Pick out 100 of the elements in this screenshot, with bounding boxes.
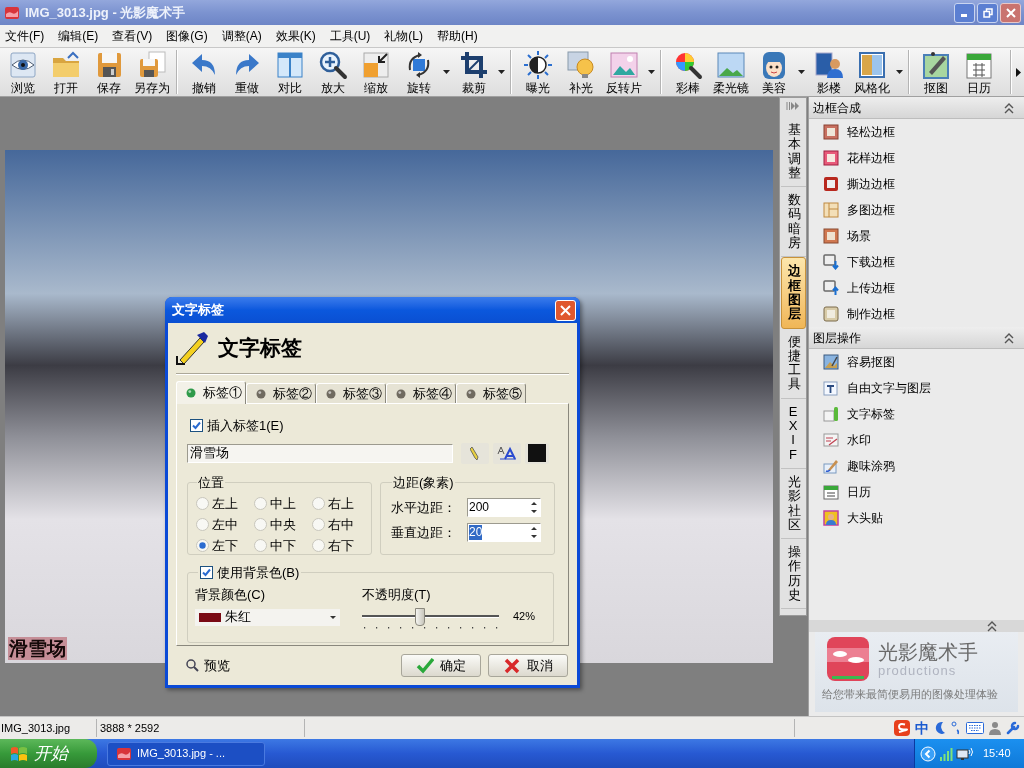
panel-list-item[interactable]: 多图边框	[809, 197, 1024, 223]
logo-icon[interactable]	[894, 720, 910, 736]
tab[interactable]: 标签⑤	[456, 383, 526, 403]
checkbox[interactable]	[200, 565, 213, 579]
panel-list-item[interactable]: 水印	[809, 427, 1024, 453]
radio-button[interactable]	[312, 539, 325, 552]
font-button[interactable]	[493, 442, 521, 464]
opacity-slider-track[interactable]	[362, 606, 499, 627]
panel-list-item[interactable]: 场景	[809, 223, 1024, 249]
preview-button[interactable]: 预览	[186, 655, 230, 676]
panel-list-item[interactable]: 花样边框	[809, 145, 1024, 171]
panel-list-item[interactable]: 上传边框	[809, 275, 1024, 301]
dropdown-caret-icon[interactable]	[497, 70, 505, 74]
more-arrow-icon[interactable]	[1016, 67, 1021, 77]
checkbox[interactable]	[190, 419, 203, 433]
toolbar-button[interactable]: 反转片	[602, 48, 645, 96]
minimize-button[interactable]	[954, 2, 975, 23]
side-tab[interactable]: 便捷工具	[780, 328, 806, 399]
wrench-icon[interactable]	[1006, 721, 1020, 735]
chevron-left-icon[interactable]	[920, 745, 936, 762]
text-color-button[interactable]	[525, 442, 549, 464]
network-icon[interactable]	[956, 746, 974, 761]
tab[interactable]: 标签③	[316, 383, 386, 403]
cancel-button[interactable]: 取消	[488, 654, 568, 677]
color-dropdown[interactable]: 朱红	[195, 608, 340, 626]
toolbar-button[interactable]: 放大	[311, 48, 354, 96]
panel-list-item[interactable]: 撕边边框	[809, 171, 1024, 197]
side-tab[interactable]: 光影社区	[780, 468, 806, 540]
text-field[interactable]: 滑雪场	[187, 443, 453, 463]
toolbar-button[interactable]: 补光	[559, 48, 602, 96]
dropdown-caret-icon[interactable]	[647, 70, 655, 74]
menu-item[interactable]: 帮助(H)	[433, 26, 482, 46]
spin-arrows-icon[interactable]	[529, 524, 539, 540]
dropdown-caret-icon[interactable]	[442, 70, 450, 74]
toolbar-button[interactable]: 柔光镜	[709, 48, 752, 96]
radio-button[interactable]	[254, 518, 267, 531]
menu-item[interactable]: 效果(K)	[271, 26, 320, 46]
side-tab[interactable]: 基本调整	[780, 117, 806, 188]
dropdown-caret-icon[interactable]	[330, 615, 336, 619]
toolbar-button[interactable]: 风格化	[850, 48, 893, 96]
radio-button[interactable]	[196, 539, 209, 552]
panel-list-item[interactable]: 大头贴	[809, 505, 1024, 531]
close-button[interactable]	[1000, 2, 1021, 23]
panel-list-item[interactable]: 文字标签	[809, 401, 1024, 427]
side-tab[interactable]: 边框图层	[780, 257, 806, 329]
toolbar-button[interactable]: 彩棒	[666, 48, 709, 96]
menu-item[interactable]: 查看(V)	[108, 26, 157, 46]
panel-list-item[interactable]: 轻松边框	[809, 119, 1024, 145]
dropdown-caret-icon[interactable]	[895, 70, 903, 74]
moon-icon[interactable]	[934, 721, 946, 735]
toolbar-button[interactable]: 另存为	[130, 48, 173, 96]
radio-button[interactable]	[254, 497, 267, 510]
collapse-icon[interactable]	[986, 620, 998, 632]
menu-item[interactable]: 调整(A)	[217, 26, 266, 46]
toolbar-button[interactable]: 曝光	[516, 48, 559, 96]
start-button[interactable]: 开始	[0, 739, 97, 768]
toolbar-button[interactable]: 对比	[268, 48, 311, 96]
menu-item[interactable]: 文件(F)	[1, 26, 49, 46]
punctuation-icon[interactable]	[951, 721, 961, 735]
restore-button[interactable]	[977, 2, 998, 23]
taskbar-button[interactable]: IMG_3013.jpg - ...	[107, 741, 265, 766]
panel-list-item[interactable]: 日历	[809, 479, 1024, 505]
menu-item[interactable]: 图像(G)	[162, 26, 212, 46]
toolbar-button[interactable]: 撤销	[182, 48, 225, 96]
text-style-button[interactable]	[461, 442, 489, 464]
toolbar-button[interactable]: 重做	[225, 48, 268, 96]
keyboard-icon[interactable]	[966, 722, 984, 734]
menu-item[interactable]: 礼物(L)	[380, 26, 427, 46]
collapse-icon[interactable]	[1003, 101, 1015, 114]
toolbar-button[interactable]: 裁剪	[452, 48, 495, 96]
toolbar-button[interactable]: 保存	[87, 48, 130, 96]
toolbar-button[interactable]: 浏览	[1, 48, 44, 96]
slider-thumb[interactable]	[414, 607, 425, 626]
panel-list-item[interactable]: 下载边框	[809, 249, 1024, 275]
side-tab[interactable]: EXIF	[780, 398, 806, 469]
toolbar-button[interactable]: 抠图	[914, 48, 957, 96]
panel-list-item[interactable]: 容易抠图	[809, 349, 1024, 375]
toolbar-button[interactable]: 缩放	[354, 48, 397, 96]
collapse-icon[interactable]	[1003, 331, 1015, 344]
number-field[interactable]: 20	[467, 522, 541, 542]
tab[interactable]: 标签①	[176, 381, 246, 404]
dropdown-caret-icon[interactable]	[797, 70, 805, 74]
panel-list-item[interactable]: 自由文字与图层	[809, 375, 1024, 401]
person-icon[interactable]	[989, 721, 1001, 735]
ime-mode-button[interactable]: 中	[915, 720, 929, 736]
tab[interactable]: 标签④	[386, 383, 456, 403]
toolbar-button[interactable]: 影楼	[807, 48, 850, 96]
number-field[interactable]: 200	[467, 498, 541, 518]
spin-arrows-icon[interactable]	[529, 500, 539, 516]
expand-icon[interactable]	[786, 101, 800, 111]
signal-bars-icon[interactable]	[939, 746, 953, 761]
toolbar-button[interactable]: 日历	[957, 48, 1000, 96]
tab[interactable]: 标签②	[246, 383, 316, 403]
toolbar-button[interactable]: 旋转	[397, 48, 440, 96]
ok-button[interactable]: 确定	[401, 654, 481, 677]
radio-button[interactable]	[196, 518, 209, 531]
panel-list-item[interactable]: 制作边框	[809, 301, 1024, 327]
toolbar-button[interactable]: 美容	[752, 48, 795, 96]
side-tab[interactable]: 操作历史	[780, 539, 806, 610]
menu-item[interactable]: 工具(U)	[325, 26, 375, 46]
